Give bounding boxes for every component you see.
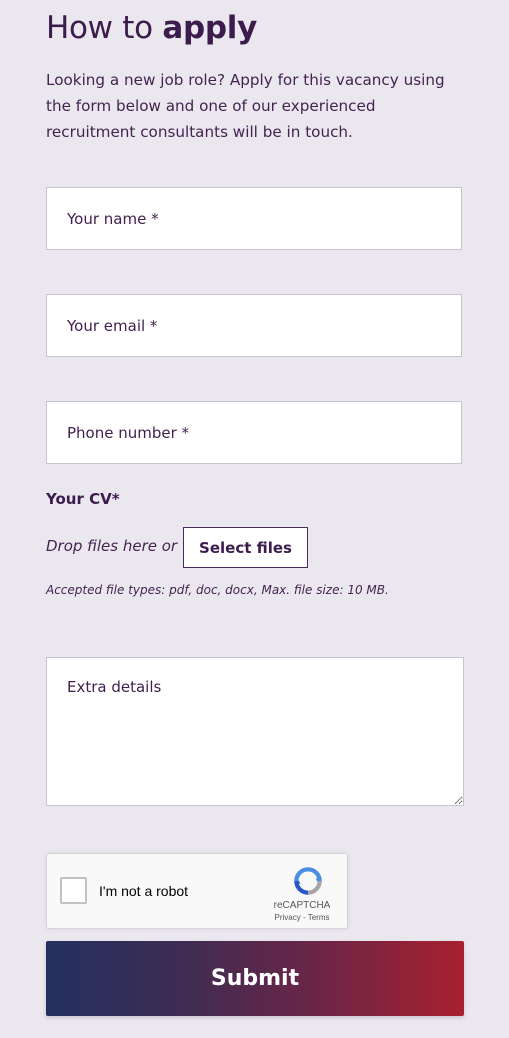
title-prefix: How to bbox=[46, 10, 153, 46]
email-field[interactable] bbox=[46, 294, 462, 357]
recaptcha-widget: I'm not a robot reCAPTCHA Privacy - Term… bbox=[46, 853, 348, 929]
title-emphasis: apply bbox=[162, 10, 258, 46]
name-field[interactable] bbox=[46, 187, 462, 250]
accepted-file-types-note: Accepted file types: pdf, doc, docx, Max… bbox=[46, 583, 389, 597]
page-title: How to apply bbox=[46, 10, 257, 46]
intro-paragraph: Looking a new job role? Apply for this v… bbox=[46, 71, 445, 141]
cv-label: Your CV* bbox=[46, 490, 120, 508]
submit-button[interactable]: Submit bbox=[46, 941, 464, 1016]
extra-details-field[interactable] bbox=[46, 657, 464, 806]
recaptcha-privacy-terms-links[interactable]: Privacy - Terms bbox=[267, 913, 337, 922]
recaptcha-logo-icon bbox=[294, 867, 322, 895]
phone-field[interactable] bbox=[46, 401, 462, 464]
recaptcha-label: I'm not a robot bbox=[99, 883, 189, 899]
drop-files-text: Drop files here or bbox=[46, 537, 178, 555]
recaptcha-brand: reCAPTCHA bbox=[273, 900, 331, 911]
select-files-button[interactable]: Select files bbox=[183, 527, 308, 568]
recaptcha-checkbox[interactable] bbox=[60, 877, 87, 904]
